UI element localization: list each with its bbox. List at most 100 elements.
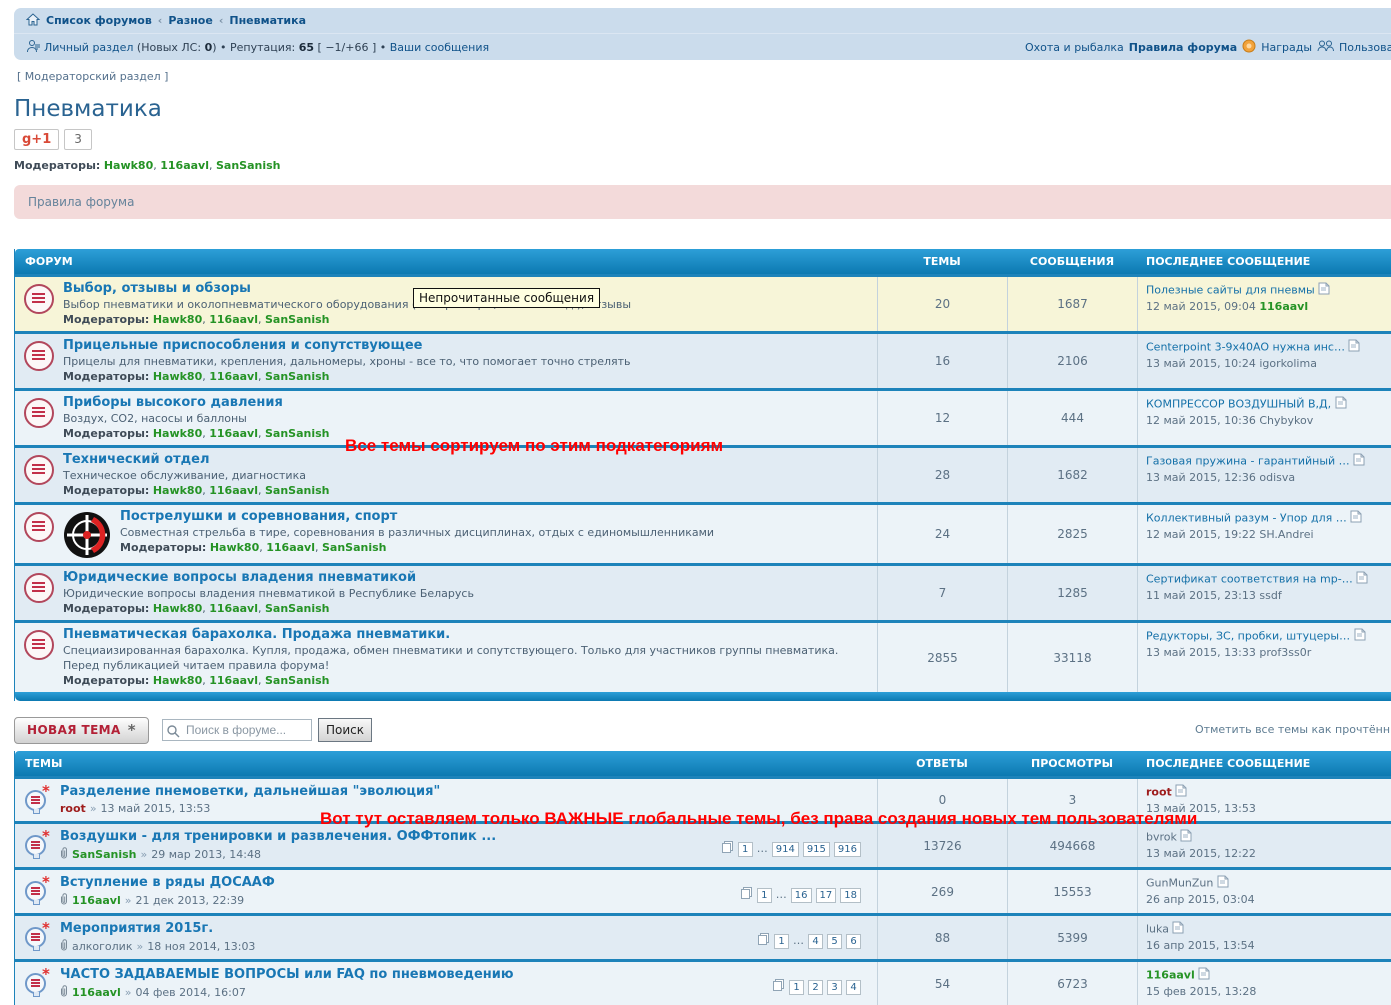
lastpost-title-link[interactable]: Сертификат соответствия на mp-… xyxy=(1146,573,1353,586)
lastpost-user-link[interactable]: 116aavl xyxy=(1146,969,1195,982)
lastpost-title-link[interactable]: Centerpoint 3-9x40AO нужна инс… xyxy=(1146,341,1345,354)
home-icon[interactable] xyxy=(26,13,40,29)
moderator-link[interactable]: 116aavl xyxy=(209,484,258,497)
goto-lastpost-icon[interactable] xyxy=(1318,282,1330,299)
moderator-link[interactable]: Hawk80 xyxy=(210,541,259,554)
lastpost-user-link[interactable]: prof3ss0r xyxy=(1259,646,1311,659)
forum-search-input[interactable] xyxy=(162,719,312,741)
mark-read-link[interactable]: Отметить все темы как прочтённые xyxy=(1195,723,1391,736)
topic-title-link[interactable]: Разделение пнемоветки, дальнейшая "эволю… xyxy=(60,783,440,800)
goto-lastpost-icon[interactable] xyxy=(1348,339,1360,356)
lastpost-title-link[interactable]: Коллективный разум - Упор для … xyxy=(1146,512,1347,525)
goto-lastpost-icon[interactable] xyxy=(1198,967,1210,984)
topic-title-link[interactable]: Воздушки - для тренировки и развлечения.… xyxy=(60,828,496,845)
breadcrumb-section-link[interactable]: Разное xyxy=(168,14,213,27)
page-number-button[interactable]: 1 xyxy=(774,934,789,949)
forum-title-link[interactable]: Юридические вопросы владения пневматикой xyxy=(63,570,416,586)
moderator-link[interactable]: SanSanish xyxy=(216,159,281,172)
goto-lastpost-icon[interactable] xyxy=(1354,628,1366,645)
hunting-fishing-link[interactable]: Охота и рыбалка xyxy=(1025,41,1124,54)
moderator-section-link[interactable]: [ Модераторский раздел ] xyxy=(17,70,168,83)
forum-rules-banner-link[interactable]: Правила форума xyxy=(28,195,134,209)
goto-lastpost-icon[interactable] xyxy=(1175,784,1187,801)
forum-rules-link[interactable]: Правила форума xyxy=(1129,41,1237,54)
page-number-button[interactable]: 18 xyxy=(840,888,861,903)
moderator-link[interactable]: SanSanish xyxy=(265,674,330,687)
forum-title-link[interactable]: Выбор, отзывы и обзоры xyxy=(63,281,251,297)
moderator-link[interactable]: 116aavl xyxy=(160,159,209,172)
moderator-link[interactable]: SanSanish xyxy=(265,370,330,383)
forum-title-link[interactable]: Прицельные приспособления и сопутствующе… xyxy=(63,338,422,354)
topic-author-link[interactable]: 116aavl xyxy=(72,894,121,908)
topic-author-link[interactable]: алкоголик xyxy=(72,940,132,954)
gplus-button[interactable]: g+1 xyxy=(14,129,59,150)
goto-lastpost-icon[interactable] xyxy=(1172,921,1184,938)
moderator-link[interactable]: Hawk80 xyxy=(153,602,202,615)
members-link[interactable]: Пользователи xyxy=(1339,41,1391,54)
topic-title-link[interactable]: Вступление в ряды ДОСААФ xyxy=(60,874,275,891)
moderator-link[interactable]: 116aavl xyxy=(209,427,258,440)
lastpost-user-link[interactable]: GunMunZun xyxy=(1146,877,1213,890)
goto-lastpost-icon[interactable] xyxy=(1335,396,1347,413)
lastpost-user-link[interactable]: 116aavl xyxy=(1259,300,1308,313)
page-number-button[interactable]: 1 xyxy=(757,888,772,903)
goto-lastpost-icon[interactable] xyxy=(1217,875,1229,892)
new-topic-button[interactable]: НОВАЯ ТЕМА* xyxy=(14,717,149,744)
moderator-link[interactable]: Hawk80 xyxy=(153,370,202,383)
breadcrumb-current-link[interactable]: Пневматика xyxy=(229,14,306,27)
page-number-button[interactable]: 2 xyxy=(808,980,823,995)
moderator-link[interactable]: 116aavl xyxy=(209,674,258,687)
topic-author-link[interactable]: SanSanish xyxy=(72,848,137,862)
lastpost-user-link[interactable]: igorkolima xyxy=(1259,357,1317,370)
breadcrumb-root-link[interactable]: Список форумов xyxy=(46,14,152,27)
forum-title-link[interactable]: Приборы высокого давления xyxy=(63,395,283,411)
lastpost-user-link[interactable]: luka xyxy=(1146,923,1169,936)
moderator-link[interactable]: SanSanish xyxy=(322,541,387,554)
goto-lastpost-icon[interactable] xyxy=(1356,571,1368,588)
forum-title-link[interactable]: Пострелушки и соревнования, спорт xyxy=(120,509,397,525)
topic-author-link[interactable]: 116aavl xyxy=(72,986,121,1000)
goto-lastpost-icon[interactable] xyxy=(1353,453,1365,470)
moderator-link[interactable]: SanSanish xyxy=(265,427,330,440)
moderator-link[interactable]: Hawk80 xyxy=(104,159,153,172)
lastpost-title-link[interactable]: Газовая пружина - гарантийный … xyxy=(1146,455,1350,468)
goto-lastpost-icon[interactable] xyxy=(1350,510,1362,527)
forum-title-link[interactable]: Пневматическая барахолка. Продажа пневма… xyxy=(63,627,450,643)
moderator-link[interactable]: Hawk80 xyxy=(153,484,202,497)
lastpost-title-link[interactable]: Полезные сайты для пневмы xyxy=(1146,284,1315,297)
topic-title-link[interactable]: ЧАСТО ЗАДАВАЕМЫЕ ВОПРОСЫ или FAQ по пнев… xyxy=(60,966,514,983)
page-number-button[interactable]: 16 xyxy=(791,888,812,903)
moderator-link[interactable]: SanSanish xyxy=(265,484,330,497)
lastpost-title-link[interactable]: Редукторы, ЗС, пробки, штуцеры… xyxy=(1146,630,1350,643)
page-number-button[interactable]: 915 xyxy=(803,842,830,857)
moderator-link[interactable]: 116aavl xyxy=(209,370,258,383)
page-number-button[interactable]: 1 xyxy=(789,980,804,995)
page-number-button[interactable]: 3 xyxy=(827,980,842,995)
search-submit-button[interactable]: Поиск xyxy=(318,718,372,742)
page-number-button[interactable]: 4 xyxy=(846,980,861,995)
topic-author-link[interactable]: root xyxy=(60,802,86,816)
moderator-link[interactable]: Hawk80 xyxy=(153,313,202,326)
moderator-link[interactable]: 116aavl xyxy=(266,541,315,554)
lastpost-user-link[interactable]: Chybykov xyxy=(1259,414,1313,427)
moderator-link[interactable]: SanSanish xyxy=(265,602,330,615)
page-number-button[interactable]: 914 xyxy=(772,842,799,857)
lastpost-title-link[interactable]: КОМПРЕССОР ВОЗДУШНЫЙ В,Д, xyxy=(1146,398,1331,411)
personal-section-link[interactable]: Личный раздел xyxy=(44,41,133,54)
awards-link[interactable]: Награды xyxy=(1261,41,1312,54)
forum-title-link[interactable]: Технический отдел xyxy=(63,452,209,468)
page-number-button[interactable]: 4 xyxy=(808,934,823,949)
page-number-button[interactable]: 5 xyxy=(827,934,842,949)
page-number-button[interactable]: 1 xyxy=(738,842,753,857)
lastpost-user-link[interactable]: ssdf xyxy=(1259,589,1281,602)
page-number-button[interactable]: 17 xyxy=(816,888,837,903)
goto-lastpost-icon[interactable] xyxy=(1180,829,1192,846)
lastpost-user-link[interactable]: bvrok xyxy=(1146,831,1177,844)
lastpost-user-link[interactable]: odisva xyxy=(1259,471,1295,484)
lastpost-user-link[interactable]: root xyxy=(1146,786,1172,799)
moderator-link[interactable]: Hawk80 xyxy=(153,427,202,440)
page-number-button[interactable]: 6 xyxy=(846,934,861,949)
moderator-link[interactable]: 116aavl xyxy=(209,602,258,615)
moderator-link[interactable]: SanSanish xyxy=(265,313,330,326)
your-posts-link[interactable]: Ваши сообщения xyxy=(390,41,489,54)
